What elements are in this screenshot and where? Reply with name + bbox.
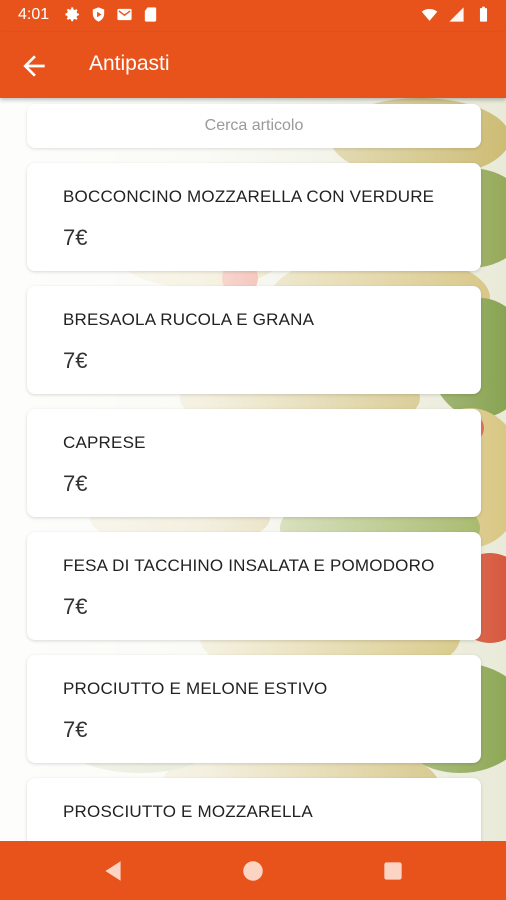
item-price: 7€ — [63, 717, 88, 742]
mail-icon — [117, 8, 132, 21]
item-name: PROSCIUTTO E MOZZARELLA — [63, 802, 313, 821]
arrow-left-icon[interactable] — [18, 50, 50, 82]
item-price: 7€ — [63, 471, 88, 496]
recents-square-icon[interactable] — [380, 858, 406, 884]
home-circle-icon[interactable] — [240, 858, 266, 884]
wifi-icon — [421, 9, 438, 21]
status-time: 4:01 — [18, 6, 50, 23]
back-triangle-icon[interactable] — [100, 858, 126, 884]
item-price: 7€ — [63, 348, 88, 373]
status-system-icons — [421, 6, 492, 23]
navigation-bar — [0, 841, 506, 900]
gear-icon — [65, 7, 79, 22]
signal-icon — [449, 7, 464, 22]
list-item[interactable]: BRESAOLA RUCOLA E GRANA 7€ — [27, 286, 481, 394]
item-price: 7€ — [63, 594, 88, 619]
item-price: 7€ — [63, 225, 88, 250]
item-name: CAPRESE — [63, 433, 146, 452]
list-item[interactable]: FESA DI TACCHINO INSALATA E POMODORO 7€ — [27, 532, 481, 640]
list-item[interactable]: PROSCIUTTO E MOZZARELLA — [27, 778, 481, 841]
shield-icon — [92, 7, 105, 22]
list-item[interactable]: CAPRESE 7€ — [27, 409, 481, 517]
search-bar[interactable] — [27, 103, 481, 149]
sd-card-icon — [144, 7, 157, 22]
item-name: BOCCONCINO MOZZARELLA CON VERDURE — [63, 187, 435, 206]
status-notification-icons — [64, 6, 159, 23]
item-list-container[interactable]: BOCCONCINO MOZZARELLA CON VERDURE 7€ BRE… — [0, 98, 506, 841]
item-name: PROCIUTTO E MELONE ESTIVO — [63, 679, 328, 698]
status-bar: 4:01 — [0, 0, 506, 32]
battery-icon — [479, 6, 488, 22]
item-name: BRESAOLA RUCOLA E GRANA — [63, 310, 315, 329]
list-item[interactable]: BOCCONCINO MOZZARELLA CON VERDURE 7€ — [27, 163, 481, 271]
app-bar: Antipasti — [0, 32, 506, 98]
item-name: FESA DI TACCHINO INSALATA E POMODORO — [63, 556, 435, 575]
page-title: Antipasti — [89, 52, 170, 75]
list-item[interactable]: PROCIUTTO E MELONE ESTIVO 7€ — [27, 655, 481, 763]
search-input[interactable] — [27, 103, 481, 149]
